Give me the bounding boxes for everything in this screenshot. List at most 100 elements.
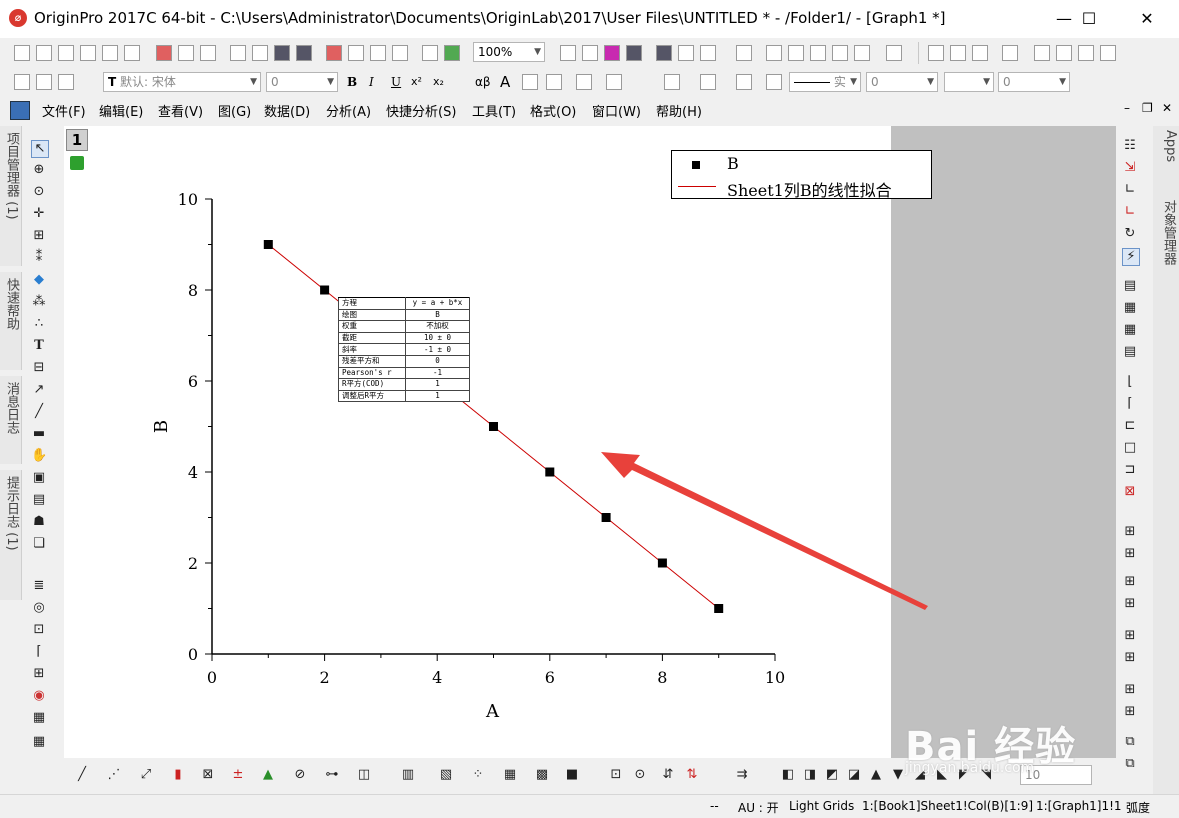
tab-object-manager[interactable]: 对象管理器 [1156,200,1178,300]
fit-table-key: R平方(COD) [338,378,406,391]
align-bottom-icon[interactable]: ⊞ [1122,596,1138,612]
image-plot-icon[interactable]: ⊡ [608,767,624,783]
frame-custom-icon[interactable]: ⊠ [1122,484,1138,500]
frame-bottom-icon[interactable]: ⌊ [1122,374,1138,390]
fit-table-key: 绘图 [338,308,406,322]
mask-icon[interactable]: ⊙ [632,767,648,783]
frame-left-icon[interactable]: ⊏ [1122,418,1138,434]
contour-icon[interactable]: ⊠ [200,767,216,783]
data-point [714,604,724,613]
refresh-graph-icon[interactable]: ↻ [1122,226,1138,242]
x-tick-label: 4 [432,668,442,687]
legend-marker-square [692,161,700,169]
layout-2-icon[interactable]: ▦ [1122,300,1138,316]
fit-table-row: 残差平方和 0 [338,354,470,368]
layout-3-icon[interactable]: ▦ [1122,322,1138,338]
error-bar-icon[interactable]: ± [230,767,246,783]
fit-results-table[interactable]: 方程 y = a + b*x 绘图 B 权重 不加权 截距 10 ± 0 斜率 -1 ± 0 残差平… [338,297,470,403]
watermark-url: jingyan.baidu.com [905,760,1035,776]
ungroup-icon[interactable]: ⧉ [1122,756,1138,772]
same-height-icon[interactable]: ⊞ [1122,704,1138,720]
fit-table-row: 斜率 -1 ± 0 [338,343,470,356]
fit-table-row: Pearson's r -1 [338,366,470,380]
align-shape-6-icon[interactable]: ▼ [890,767,906,783]
distribute-h-icon[interactable]: ⊞ [1122,628,1138,644]
rescale-axis-icon[interactable]: ⇲ [1122,160,1138,176]
y-tick-label: 4 [188,463,198,482]
align-left-icon[interactable]: ⊞ [1122,524,1138,540]
layout-4-icon[interactable]: ▤ [1122,344,1138,360]
3d-surface-icon[interactable]: ◫ [356,767,372,783]
scatter-plot-icon[interactable]: ⋰ [106,767,122,783]
box-plot-icon[interactable]: ⊶ [324,767,340,783]
line-symbol-icon[interactable]: ⤢ [138,767,154,783]
align-shape-1-icon[interactable]: ◧ [780,767,796,783]
status-active-graph: 1:[Graph1]1!1 [1036,799,1122,813]
arrange-icon[interactable]: ⇉ [734,767,750,783]
fit-table-value: 1 [405,378,470,391]
x-axis-title: A [485,701,500,722]
status-bar: -- AU : 开 Light Grids 1:[Book1]Sheet1!Co… [0,794,1179,818]
legend[interactable]: B Sheet1列B的线性拟合 [671,150,932,200]
tab-apps[interactable]: Apps [1156,130,1178,190]
align-right-icon[interactable]: ⊞ [1122,546,1138,562]
align-shape-3-icon[interactable]: ◩ [824,767,840,783]
status-active-data: 1:[Book1]Sheet1!Col(B)[1:9] [862,799,1034,813]
layout-1-icon[interactable]: ▤ [1122,278,1138,294]
x-tick-label: 0 [207,668,217,687]
speed-mode-icon[interactable]: ⚡ [1122,248,1140,266]
heatmap-icon[interactable]: ▦ [502,767,518,783]
fit-table-row: 调整后R平方 1 [338,389,470,403]
data-point [489,422,498,431]
column-plot-icon[interactable]: ▮ [170,767,186,783]
data-point [263,240,273,249]
fit-table-value: 1 [405,389,470,403]
same-width-icon[interactable]: ⊞ [1122,682,1138,698]
line-plot-icon[interactable]: ╱ [74,767,90,783]
fit-table-value: 不加权 [405,320,470,333]
fit-table-value: B [405,308,470,322]
fit-table-value: 0 [405,354,470,368]
legend-series-label: B [727,154,739,173]
fit-table-row: 绘图 B [338,308,470,322]
area-plot-icon[interactable]: ▲ [260,767,276,783]
x-tick-label: 8 [657,668,667,687]
fit-table-key: Pearson's r [338,366,406,380]
axis-x-icon[interactable]: ∟ [1122,182,1138,198]
legend-fit-line [678,186,716,187]
fit-table-row: 截距 10 ± 0 [338,331,470,345]
align-shape-4-icon[interactable]: ◪ [846,767,862,783]
align-shape-2-icon[interactable]: ◨ [802,767,818,783]
status-angle-unit[interactable]: 弧度 [1126,799,1150,816]
status-autoupdate[interactable]: AU : 开 [738,799,779,816]
group-icon[interactable]: ⧉ [1122,734,1138,750]
data-point [320,285,330,295]
template-icon[interactable]: ■ [564,767,580,783]
fit-table-row: R平方(COD) 1 [338,378,470,391]
3d-wall-icon[interactable]: ▧ [438,767,454,783]
3d-bar-icon[interactable]: ▥ [400,767,416,783]
distribute-v-icon[interactable]: ⊞ [1122,650,1138,666]
y-axis-title: B [151,420,172,433]
align-top-icon[interactable]: ⊞ [1122,574,1138,590]
scatter-chart: 0 2 4 6 8 100246810AB [151,190,928,722]
frame-right-icon[interactable]: ⊐ [1122,462,1138,478]
polar-icon[interactable]: ⊘ [292,767,308,783]
x-tick-label: 2 [320,668,330,687]
fit-table-key: 残差平方和 [338,354,406,368]
move-forward-icon[interactable]: ⇵ [660,767,676,783]
frame-top-icon[interactable]: ⌈ [1122,396,1138,412]
data-point [601,513,611,522]
axis-y-icon[interactable]: ∟ [1122,204,1138,220]
3d-scatter-icon[interactable]: ⁘ [470,767,486,783]
status-theme[interactable]: Light Grids [789,799,854,813]
fit-table-value: 10 ± 0 [405,331,470,345]
layer-management-icon[interactable]: ☷ [1122,138,1138,154]
ternary-icon[interactable]: ▩ [534,767,550,783]
y-tick-label: 10 [178,190,198,209]
frame-box-icon[interactable]: □ [1122,440,1138,456]
y-tick-label: 0 [188,645,198,664]
move-backward-icon[interactable]: ⇅ [684,767,700,783]
y-tick-label: 6 [188,372,198,391]
align-shape-5-icon[interactable]: ▲ [868,767,884,783]
